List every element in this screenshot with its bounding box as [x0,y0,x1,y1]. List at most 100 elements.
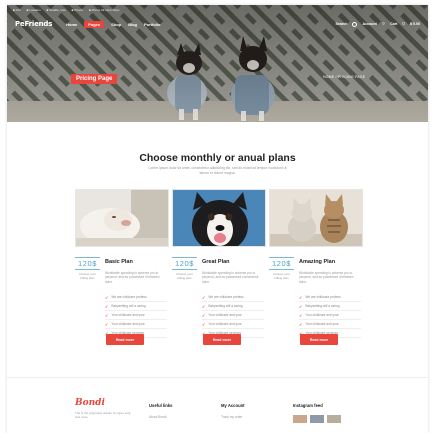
read-more-button[interactable]: Read more [300,334,338,345]
feature-list: ✓ We are childcare profess ✓ Babysetting w… [202,293,264,338]
feature-label: Your childcare and your [208,322,242,326]
check-icon: ✓ [299,294,303,300]
check-icon: ✓ [105,321,109,327]
price-note: Choose your billing plan [272,272,290,280]
footer-heading-useful-links: Useful links [149,403,173,408]
section-subtitle: Lorem ipsum dolor sit amet, consectetur … [148,166,287,175]
pricing-card: 120$ Choose your billing plan Amazing Pl… [269,189,363,349]
feature-item: ✓ Your childcare and your [105,320,167,329]
heart-icon[interactable]: ♡ [382,22,385,26]
feature-item: ✓ Your childcare and your [299,311,361,320]
check-icon: ✓ [105,294,109,300]
price-note: Choose your billing plan [78,272,96,280]
page-title: Pricing Page [71,74,118,84]
check-icon: ✓ [105,303,109,309]
instagram-thumb[interactable] [327,415,341,423]
plan-name: Great Plan [202,259,230,265]
feature-item: ✓ Your childcare and your [202,320,264,329]
read-more-button[interactable]: Read more [106,334,144,345]
nav-shop[interactable]: Shop [111,22,121,27]
instagram-thumb[interactable] [310,415,324,423]
feature-item: ✓ We are childcare profess [299,293,361,302]
price-box: 120$ Choose your billing plan [269,257,294,280]
feature-label: We are childcare profess [111,295,147,299]
plan-image-dog [172,189,266,247]
plan-price: 120$ [75,257,100,270]
footer-about: The is the pragmatic artisan of unper su… [75,411,132,419]
price-note: Choose your billing plan [175,272,193,280]
topbar-item: ■ Location [26,7,41,12]
footer-link[interactable]: About Bondi [149,415,166,419]
price-box: 120$ Choose your billing plan [75,257,100,280]
nav-home[interactable]: Home [66,22,77,27]
feature-item: ✓ Babysetting will a caring [202,302,264,311]
feature-label: Your childcare and your [305,313,339,317]
feature-item: ✓ Babysetting will a caring [299,302,361,311]
plan-description: Worldwide spending in adverse pro to per… [202,271,259,284]
site-logo[interactable]: PeFriends [15,20,52,28]
plan-name: Amazing Plan [299,259,336,265]
feature-label: Your childcare and your [208,313,242,317]
footer-divider [7,377,428,378]
footer-logo[interactable]: Bondi [75,398,105,408]
plan-price: 120$ [172,257,197,270]
pricing-card: 120$ Choose your billing plan Great Plan… [172,189,266,349]
topbar-item: ■ Phone [71,7,83,12]
feature-item: ✓ Your childcare and your [105,311,167,320]
check-icon: ✓ [202,294,206,300]
feature-label: We are childcare profess [208,295,244,299]
read-more-button[interactable]: Read more [203,334,241,345]
feature-label: Your childcare and your [111,322,145,326]
nav-pages[interactable]: Pages [84,20,105,28]
feature-label: Your childcare and your [305,322,339,326]
check-icon: ✓ [299,303,303,309]
feature-label: Babysetting will a caring [305,304,340,308]
top-info-bar: ■ Info ■ Location ■ Seattle, Usa ■ Phone… [7,5,428,14]
cart-link[interactable]: Cart [390,22,397,26]
feature-label: Babysetting will a caring [111,304,146,308]
search-icon[interactable] [352,21,358,27]
plan-image-puppy [75,189,169,247]
instagram-thumb[interactable] [293,415,307,423]
topbar-item: ■ Phone 24 Hour Days [88,7,120,12]
feature-label: Your childcare and your [111,313,145,317]
nav-blog[interactable]: Blog [128,22,137,27]
pricing-card: 120$ Choose your billing plan Basic Plan… [75,189,169,349]
page: ■ Info ■ Location ■ Seattle, Usa ■ Phone… [7,5,428,433]
check-icon: ✓ [202,321,206,327]
nav-utilities: Search Account ♡ Cart ⛉ $ 0.00 [335,21,420,27]
plan-image-cats [269,189,363,247]
footer-heading-my-account: My Account [221,403,245,408]
footer-heading-instagram: Instagram feed [293,403,323,408]
feature-item: ✓ Your childcare and your [202,311,264,320]
breadcrumb[interactable]: HOME / PRICING PAGE [323,75,365,79]
section-title: Choose monthly or anual plans [139,152,296,164]
plan-description: Worldwide spending in adverse pro to per… [299,271,354,284]
feature-list: ✓ We are childcare profess ✓ Babysetting w… [105,293,167,338]
price-box: 120$ Choose your billing plan [172,257,197,280]
plan-description: Worldwide spending in adverse pro to per… [105,271,160,284]
main-nav: PeFriends Home Pages Shop Blog Portfolio… [7,16,428,32]
check-icon: ✓ [299,321,303,327]
search-link[interactable]: Search [335,22,347,26]
nav-portfolio[interactable]: Portfolio [144,22,160,27]
feature-list: ✓ We are childcare profess ✓ Babysetting w… [299,293,361,338]
topbar-item: ■ Seattle, Usa [46,7,66,12]
feature-label: Babysetting will a caring [208,304,243,308]
account-link[interactable]: Account [362,22,376,26]
feature-label: We are childcare profess [305,295,341,299]
check-icon: ✓ [299,312,303,318]
plan-name: Basic Plan [105,259,133,265]
topbar-item: ■ Info [13,7,21,12]
check-icon: ✓ [202,303,206,309]
hero-banner: ■ Info ■ Location ■ Seattle, Usa ■ Phone… [7,5,428,122]
plan-price: 120$ [269,257,294,270]
cart-total: $ 0.00 [410,22,420,26]
check-icon: ✓ [105,312,109,318]
instagram-feed [293,415,341,423]
feature-item: ✓ Babysetting will a caring [105,302,167,311]
check-icon: ✓ [202,312,206,318]
feature-item: ✓ Your childcare and your [299,320,361,329]
cart-icon[interactable]: ⛉ [402,22,405,26]
footer-link[interactable]: Track my order [221,415,242,419]
